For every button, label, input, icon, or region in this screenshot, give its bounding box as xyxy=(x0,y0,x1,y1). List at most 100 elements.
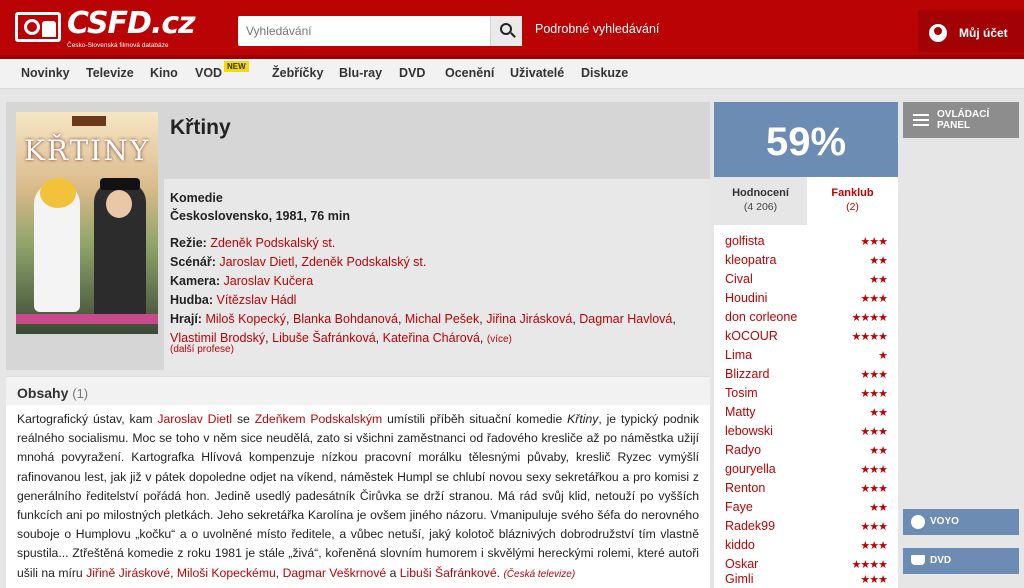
user-link[interactable]: Blizzard xyxy=(725,367,769,381)
list-item: gouryella ★★★ xyxy=(714,460,898,479)
star-rating: ★★ xyxy=(869,274,888,286)
user-link[interactable]: Houdini xyxy=(725,291,767,305)
crew-cast: Hrají: Miloš Kopecký, Blanka Bohdanová, … xyxy=(170,312,676,345)
user-link[interactable]: Cival xyxy=(725,272,753,286)
user-link[interactable]: golfista xyxy=(725,234,765,248)
account-button[interactable]: Můj účet xyxy=(918,10,1024,52)
actor-link[interactable]: Dagmar Havlová xyxy=(579,312,672,326)
csfd-logo[interactable]: CSFD.cz Česko-Slovenská filmová databáze xyxy=(15,6,196,50)
list-item: Radek99 ★★★ xyxy=(714,517,898,536)
nav-item-diskuze[interactable]: Diskuze xyxy=(581,66,628,80)
list-item: Houdini ★★★ xyxy=(714,289,898,308)
actor-link[interactable]: Kateřina Chárová xyxy=(383,331,480,345)
person-link[interactable]: Miloši Kopeckému xyxy=(177,566,276,580)
actor-link[interactable]: Michal Pešek xyxy=(405,312,479,326)
user-link[interactable]: Oskar xyxy=(725,557,758,571)
user-link[interactable]: don corleone xyxy=(725,310,797,324)
user-link[interactable]: gouryella xyxy=(725,462,776,476)
actor-link[interactable]: Blanka Bohdanová xyxy=(293,312,398,326)
camera-link[interactable]: Jaroslav Kučera xyxy=(224,274,314,288)
film-title: Křtiny xyxy=(170,116,231,139)
search-button[interactable] xyxy=(490,16,522,46)
plot-source[interactable]: (Česká televize) xyxy=(503,569,575,580)
nav-item-uzivatele[interactable]: Uživatelé xyxy=(510,66,564,80)
actor-link[interactable]: Libuše Šafránková xyxy=(272,331,376,345)
person-link[interactable]: Jiřině Jiráskové xyxy=(86,566,170,580)
rating-tabs: Hodnocení (4 206) Fanklub (2) xyxy=(714,177,898,225)
more-cast-link[interactable]: (více) xyxy=(487,334,512,345)
role-label: Hudba: xyxy=(170,293,214,307)
actor-link[interactable]: Jiřina Jirásková xyxy=(486,312,572,326)
control-panel-button[interactable]: OVLÁDACÍ PANEL xyxy=(903,102,1019,138)
play-icon xyxy=(911,515,925,529)
user-link[interactable]: lebowski xyxy=(725,424,773,438)
search-input[interactable] xyxy=(238,16,488,46)
control-panel-label: OVLÁDACÍ PANEL xyxy=(937,109,990,131)
nav-item-vod[interactable]: VOD xyxy=(195,66,222,80)
tab-ratings[interactable]: Hodnocení (4 206) xyxy=(714,177,807,225)
list-item: lebowski ★★★ xyxy=(714,422,898,441)
film-origin: Československo, 1981, 76 min xyxy=(170,209,350,223)
writer-link[interactable]: Zdeněk Podskalský st. xyxy=(301,255,426,269)
music-link[interactable]: Vítězslav Hádl xyxy=(217,293,297,307)
list-item: don corleone ★★★★ xyxy=(714,308,898,327)
voyo-button[interactable]: VOYO xyxy=(903,509,1019,535)
new-badge: NEW xyxy=(224,61,249,72)
nav-item-kino[interactable]: Kino xyxy=(150,66,178,80)
person-link[interactable]: Zdeňkem Podskalským xyxy=(255,412,382,426)
star-rating: ★★★★ xyxy=(851,331,888,343)
actor-link[interactable]: Vlastimil Brodský xyxy=(170,331,265,345)
user-link[interactable]: kOCOUR xyxy=(725,329,778,343)
crew-camera: Kamera: Jaroslav Kučera xyxy=(170,272,690,291)
nav-item-dvd[interactable]: DVD xyxy=(399,66,425,80)
dvd-button[interactable]: DVD xyxy=(903,548,1019,574)
film-poster[interactable]: KŘTINY xyxy=(16,112,158,334)
user-icon xyxy=(929,24,947,42)
user-link[interactable]: Lima xyxy=(725,348,752,362)
poster-title: KŘTINY xyxy=(24,134,151,167)
person-link[interactable]: Jaroslav Dietl xyxy=(157,412,232,426)
person-link[interactable]: Libuši Šafránkové xyxy=(400,566,497,580)
list-item: Faye ★★ xyxy=(714,498,898,517)
more-professions-link[interactable]: (další profese) xyxy=(170,344,234,355)
plot-title: Obsahy (1) xyxy=(17,385,89,401)
list-item: kleopatra ★★ xyxy=(714,251,898,270)
star-rating: ★★★ xyxy=(860,388,888,400)
user-link[interactable]: Radek99 xyxy=(725,519,775,533)
nav-item-novinky[interactable]: Novinky xyxy=(21,66,70,80)
advanced-search-link[interactable]: Podrobné vyhledávání xyxy=(535,22,659,36)
list-item: Gimli ★★★ xyxy=(714,570,898,588)
plot-count: (1) xyxy=(72,386,89,401)
person-link[interactable]: Dagmar Veškrnové xyxy=(283,566,387,580)
director-link[interactable]: Zdeněk Podskalský st. xyxy=(210,236,335,250)
user-link[interactable]: Matty xyxy=(725,405,756,419)
user-link[interactable]: Radyo xyxy=(725,443,761,457)
nav-item-oceneni[interactable]: Ocenění xyxy=(445,66,494,80)
user-link[interactable]: kiddo xyxy=(725,538,755,552)
list-item: Matty ★★ xyxy=(714,403,898,422)
rating-value: 59% xyxy=(765,120,847,164)
star-rating: ★★★ xyxy=(860,574,888,586)
star-rating: ★★ xyxy=(869,407,888,419)
star-rating: ★★★ xyxy=(860,426,888,438)
list-item: Radyo ★★ xyxy=(714,441,898,460)
user-link[interactable]: Renton xyxy=(725,481,765,495)
user-link[interactable]: Tosim xyxy=(725,386,758,400)
plot-text: Kartografický ústav, kam Jaroslav Dietl … xyxy=(17,412,699,580)
logo-text: CSFD.cz xyxy=(67,6,196,41)
nav-item-zebricky[interactable]: Žebříčky xyxy=(272,66,323,80)
user-ratings-list: golfista ★★★ kleopatra ★★ Cival ★★ Houdini ★… xyxy=(714,225,898,588)
cart-icon xyxy=(911,555,925,565)
film-genre: Komedie xyxy=(170,191,223,205)
nav-item-bluray[interactable]: Blu-ray xyxy=(339,66,382,80)
list-item: kiddo ★★★ xyxy=(714,536,898,555)
user-link[interactable]: Gimli xyxy=(725,572,753,586)
tab-fanclub[interactable]: Fanklub (2) xyxy=(807,177,898,225)
nav-item-televize[interactable]: Televize xyxy=(86,66,134,80)
user-link[interactable]: kleopatra xyxy=(725,253,776,267)
film-header xyxy=(164,102,710,179)
list-item: Cival ★★ xyxy=(714,270,898,289)
actor-link[interactable]: Miloš Kopecký xyxy=(205,312,286,326)
writer-link[interactable]: Jaroslav Dietl xyxy=(219,255,294,269)
user-link[interactable]: Faye xyxy=(725,500,753,514)
